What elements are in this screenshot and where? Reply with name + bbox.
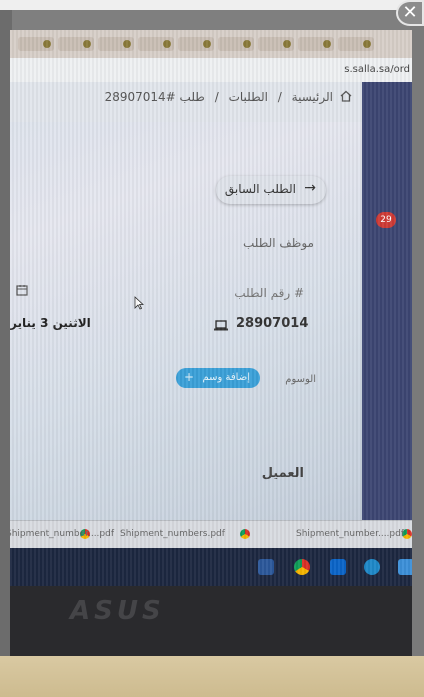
breadcrumb-current: طلب #28907014 xyxy=(104,90,205,104)
browser-tab[interactable] xyxy=(338,37,374,51)
browser-tab[interactable] xyxy=(258,37,294,51)
taskbar xyxy=(10,548,412,586)
browser-tab[interactable] xyxy=(18,37,54,51)
download-item[interactable]: Shipment_number....pdf xyxy=(296,529,404,539)
address-bar[interactable]: s.salla.sa/ord xyxy=(10,58,412,83)
browser-tab[interactable] xyxy=(98,37,134,51)
employee-label: موظف الطلب xyxy=(242,236,314,250)
photo: s.salla.sa/ord الرئيسية / الطلبات / طلب … xyxy=(0,0,424,697)
breadcrumb-trail: الرئيسية / الطلبات / طلب #28907014 xyxy=(102,90,336,104)
breadcrumb: الرئيسية / الطلبات / طلب #28907014 xyxy=(10,82,362,122)
plus-icon: + xyxy=(184,370,195,384)
previous-order-label: الطلب السابق xyxy=(224,182,296,196)
browser-tab[interactable] xyxy=(58,37,94,51)
laptop-bezel: ASUS xyxy=(10,586,412,656)
download-item[interactable]: Shipment_number....pdf xyxy=(10,529,114,539)
laptop-brand-logo: ASUS xyxy=(70,596,165,626)
desk-surface xyxy=(0,656,424,697)
outlook-icon[interactable] xyxy=(330,559,346,575)
downloads-bar: Shipment_number....pdf Shipment_numbers.… xyxy=(10,520,412,549)
order-number-label: # رقم الطلب xyxy=(234,286,304,300)
arrow-right-icon: → xyxy=(304,180,316,196)
previous-order-button[interactable]: الطلب السابق → xyxy=(216,176,326,204)
side-panel xyxy=(362,82,412,520)
cursor-icon xyxy=(134,296,144,310)
breadcrumb-separator: / xyxy=(277,90,282,104)
browser-tabs xyxy=(10,30,412,58)
laptop-icon xyxy=(214,320,228,331)
url-text: s.salla.sa/ord xyxy=(344,64,410,75)
word-icon[interactable] xyxy=(258,559,274,575)
pdf-icon xyxy=(240,529,250,539)
browser-tab[interactable] xyxy=(218,37,254,51)
laptop-screen: s.salla.sa/ord الرئيسية / الطلبات / طلب … xyxy=(10,30,412,586)
order-date: الاثنين 3 يناير xyxy=(10,316,91,330)
order-number-value: 28907014 xyxy=(236,316,309,331)
browser-tab[interactable] xyxy=(298,37,334,51)
breadcrumb-separator: / xyxy=(214,90,219,104)
calendar-icon xyxy=(16,285,28,296)
customer-label: العميل xyxy=(261,466,304,481)
chrome-icon[interactable] xyxy=(294,559,310,575)
browser-tab[interactable] xyxy=(138,37,174,51)
tags-label: الوسوم xyxy=(285,374,316,385)
home-icon[interactable] xyxy=(340,90,352,102)
close-button[interactable]: ✕ xyxy=(396,0,424,26)
edge-icon[interactable] xyxy=(364,559,380,575)
breadcrumb-home[interactable]: الرئيسية xyxy=(292,90,333,104)
breadcrumb-orders[interactable]: الطلبات xyxy=(229,90,268,104)
download-item[interactable]: Shipment_numbers.pdf xyxy=(120,529,225,539)
store-icon[interactable] xyxy=(398,559,412,575)
add-tag-label: إضافة وسم xyxy=(202,372,251,383)
add-tag-button[interactable]: إضافة وسم + xyxy=(176,368,260,388)
notification-badge: 29 xyxy=(376,212,396,228)
browser-tab[interactable] xyxy=(178,37,214,51)
right-bezel xyxy=(410,10,424,697)
